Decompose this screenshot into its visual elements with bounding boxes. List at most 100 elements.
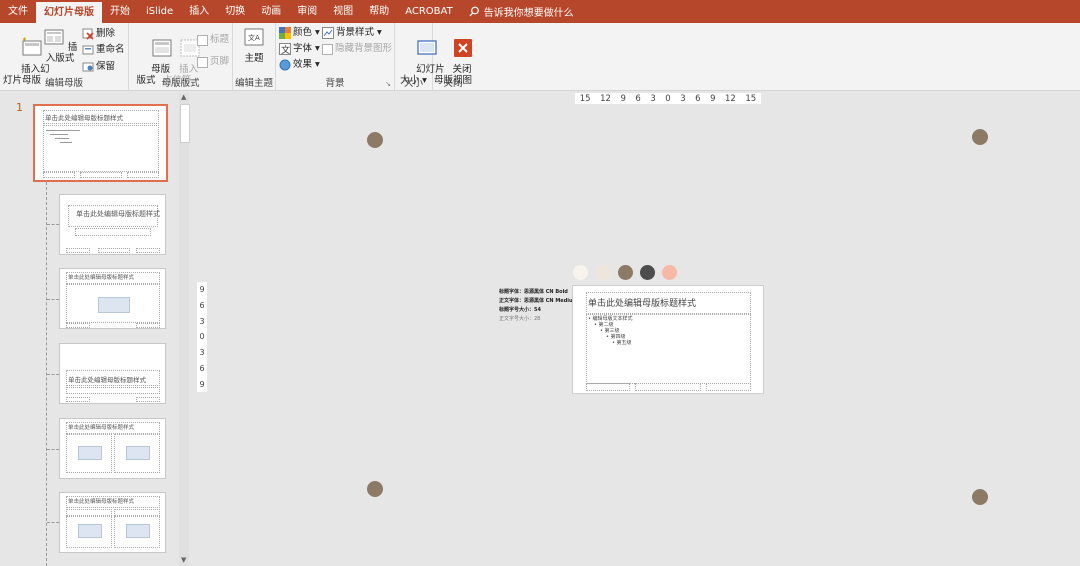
- insert-layout-button[interactable]: 插入版式: [41, 26, 79, 64]
- thumb-body-lines: [46, 128, 86, 150]
- thumb-title-text: 单击此处编辑母版标题样式: [68, 376, 146, 384]
- ruler-tick: 6: [635, 93, 641, 104]
- fonts-icon: 文: [279, 43, 291, 55]
- body-level-5: • 第五级: [612, 340, 632, 346]
- tab-home[interactable]: 开始: [102, 0, 138, 23]
- group-label-background: 背景: [325, 78, 345, 89]
- chevron-down-icon: ▾: [312, 59, 320, 70]
- slide-date-placeholder[interactable]: [586, 383, 630, 391]
- thumb-title-text: 单击此处编辑母版标题样式: [68, 499, 135, 505]
- ruler-tick: 12: [725, 93, 736, 104]
- tab-slide-master[interactable]: 幻灯片母版: [36, 2, 102, 23]
- decorative-dot[interactable]: [367, 132, 383, 148]
- tree-branch: [47, 374, 59, 375]
- rename-icon: [82, 45, 94, 55]
- slide-footer-placeholder[interactable]: [635, 383, 701, 391]
- svg-text:文A: 文A: [248, 33, 260, 42]
- ruler-tick: 9: [199, 285, 205, 295]
- thumb-right-heading: [114, 509, 160, 516]
- hide-background-checkbox[interactable]: 隐藏背景图形: [322, 42, 392, 56]
- dialog-launcher-icon[interactable]: ↘: [385, 80, 391, 88]
- color-swatch[interactable]: [662, 265, 677, 280]
- ruler-tick: 3: [680, 93, 686, 104]
- decorative-dot[interactable]: [367, 481, 383, 497]
- thumb-text-placeholder: [66, 387, 160, 394]
- tab-insert[interactable]: 插入: [181, 0, 217, 23]
- scroll-up-icon[interactable]: ▲: [181, 93, 186, 101]
- tab-view[interactable]: 视图: [325, 0, 361, 23]
- tab-help[interactable]: 帮助: [361, 0, 397, 23]
- layout-thumbnail-title-slide[interactable]: 单击此处编辑母版标题样式: [59, 194, 166, 255]
- horizontal-ruler: 15 12 9 6 3 0 3 6 9 12 15: [575, 93, 761, 104]
- slide-body-text: • 编辑母版文本样式 • 第二级 • 第三级 • 第四级 • 第五级: [588, 316, 633, 346]
- layout-thumbnail-title-content[interactable]: 单击此处编辑母版标题样式: [59, 268, 166, 329]
- tab-islide[interactable]: iSlide: [138, 0, 181, 23]
- effects-dropdown[interactable]: 效果 ▾: [279, 58, 320, 72]
- ruler-tick: 9: [620, 93, 626, 104]
- ruler-tick: 15: [579, 93, 591, 104]
- tab-file[interactable]: 文件: [0, 0, 36, 23]
- search-icon: [469, 6, 479, 17]
- themes-icon: 文A: [244, 28, 264, 46]
- ruler-tick: 3: [199, 348, 205, 358]
- ribbon: 插入幻 灯片母版 插入版式 删除 重命名 保留 编辑母版 母版 版式 插入 占位…: [0, 23, 1080, 91]
- tell-me-search[interactable]: 告诉我你想要做什么: [461, 4, 574, 19]
- footer-checkbox-box: [197, 56, 208, 68]
- group-master-layout: 母版 版式 插入 占位符 标题 页脚 母版版式: [129, 23, 233, 90]
- tree-branch: [47, 449, 59, 450]
- decorative-dot[interactable]: [972, 129, 988, 145]
- delete-button[interactable]: 删除: [82, 27, 115, 41]
- slide-number: 1: [16, 101, 23, 114]
- slide-number-placeholder[interactable]: [706, 383, 751, 391]
- color-swatch[interactable]: [573, 265, 588, 280]
- themes-button[interactable]: 文A 主题: [239, 26, 269, 64]
- thumb-left-heading: [66, 509, 112, 516]
- title-checkbox[interactable]: 标题: [197, 33, 229, 47]
- thumb-footer-date: [66, 323, 90, 328]
- background-styles-dropdown[interactable]: 背景样式 ▾: [322, 26, 382, 40]
- tab-review[interactable]: 审阅: [289, 0, 325, 23]
- pin-icon: [82, 62, 94, 72]
- rename-button[interactable]: 重命名: [82, 43, 125, 57]
- ribbon-tab-bar: 文件 幻灯片母版 开始 iSlide 插入 切换 动画 审阅 视图 帮助 ACR…: [0, 0, 1080, 23]
- fonts-dropdown[interactable]: 文 字体 ▾: [279, 42, 320, 56]
- main-slide[interactable]: 单击此处编辑母版标题样式 • 编辑母版文本样式 • 第二级 • 第三级 • 第四…: [572, 285, 764, 394]
- ruler-tick: 0: [665, 93, 671, 104]
- preserve-button[interactable]: 保留: [82, 60, 115, 74]
- layout-thumbnail-section-header[interactable]: 单击此处编辑母版标题样式: [59, 343, 166, 404]
- background-styles-icon: [322, 27, 334, 39]
- colors-dropdown[interactable]: 颜色 ▾: [279, 26, 320, 40]
- svg-text:文: 文: [281, 44, 290, 55]
- body-font-info[interactable]: 正文字体：思源黑体 CN Medium: [499, 297, 578, 304]
- title-font-info[interactable]: 标题字体：思源黑体 CN Bold: [499, 288, 568, 295]
- layout-thumbnail-comparison[interactable]: 单击此处编辑母版标题样式: [59, 492, 166, 553]
- decorative-dot[interactable]: [972, 489, 988, 505]
- slide-master-thumbnail[interactable]: 单击此处编辑母版标题样式: [33, 104, 168, 182]
- color-swatch[interactable]: [640, 265, 655, 280]
- group-label-master-layout: 母版版式: [161, 78, 200, 89]
- thumb-title-text: 单击此处编辑母版标题样式: [68, 275, 135, 281]
- thumb-title-text: 单击此处编辑母版标题样式: [45, 114, 123, 122]
- body-size-info[interactable]: 正文字号大小：28: [499, 315, 540, 322]
- thumb-content-icons: [78, 524, 102, 538]
- thumb-subtitle-placeholder: [75, 228, 151, 236]
- group-background: 颜色 ▾ 文 字体 ▾ 效果 ▾ 背景样式 ▾ 隐藏背景图形 背景 ↘: [276, 23, 395, 90]
- tab-animations[interactable]: 动画: [253, 0, 289, 23]
- layout-thumbnail-two-content[interactable]: 单击此处编辑母版标题样式: [59, 418, 166, 479]
- tab-acrobat[interactable]: ACROBAT: [397, 0, 461, 23]
- color-swatch[interactable]: [596, 265, 611, 280]
- tab-transitions[interactable]: 切换: [217, 0, 253, 23]
- thumbnail-scrollbar-thumb[interactable]: [180, 104, 190, 143]
- thumb-footer-date: [43, 172, 75, 178]
- ruler-tick: 9: [199, 379, 205, 389]
- color-swatch[interactable]: [618, 265, 633, 280]
- footer-checkbox[interactable]: 页脚: [197, 55, 229, 69]
- chevron-down-icon: ▾: [312, 43, 320, 54]
- title-size-info[interactable]: 标题字号大小：54: [499, 306, 541, 313]
- scroll-down-icon[interactable]: ▼: [181, 556, 186, 564]
- thumb-content-icons: [126, 524, 150, 538]
- thumb-content-icons: [78, 446, 102, 460]
- ruler-tick: 3: [650, 93, 656, 104]
- thumbnail-scrollbar[interactable]: [179, 93, 189, 566]
- thumb-footer-number: [136, 397, 160, 402]
